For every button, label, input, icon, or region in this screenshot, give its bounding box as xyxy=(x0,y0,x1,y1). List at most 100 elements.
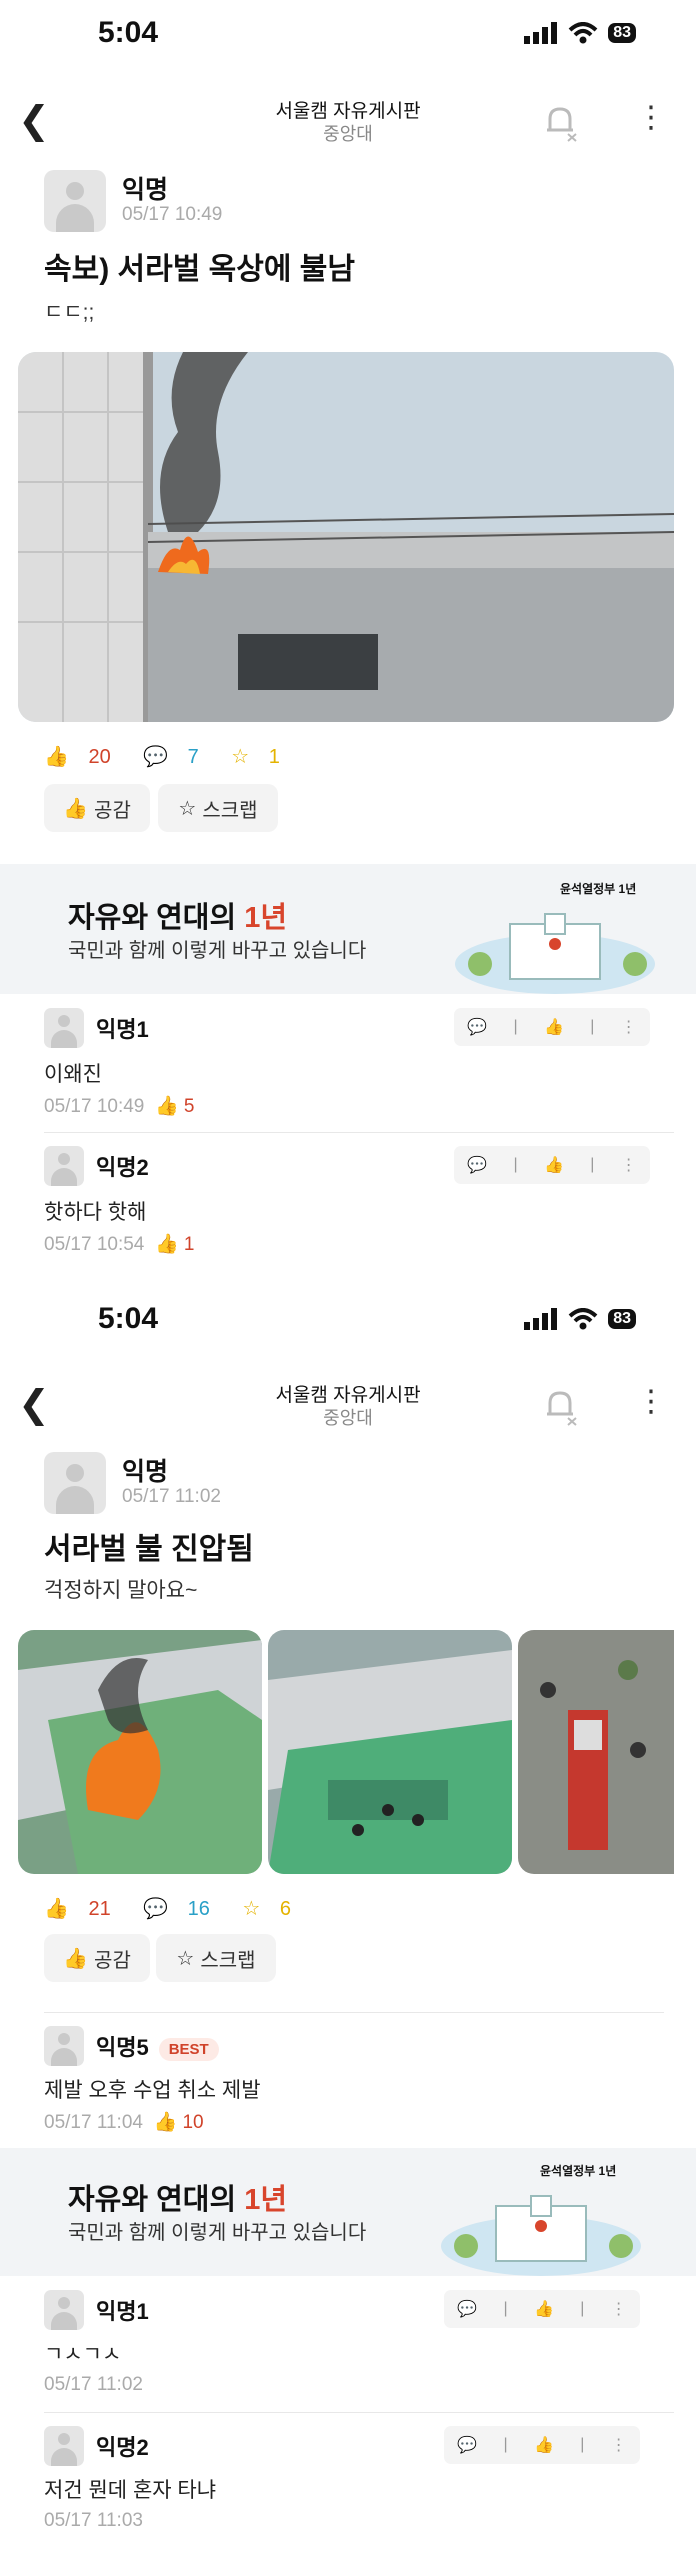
like-icon: 👍 xyxy=(154,1234,179,1255)
post-date: 05/17 10:49 xyxy=(122,204,223,225)
top-nav: ❮ 서울캠 자유게시판 중앙대 ⋮ xyxy=(0,1370,696,1440)
status-time: 5:04 xyxy=(98,16,159,49)
wifi-icon xyxy=(568,1308,598,1330)
comment-author: 익명2 xyxy=(96,2435,149,2460)
like-count: 👍 21 xyxy=(44,1898,111,1920)
post-author: 익명 xyxy=(122,176,169,204)
avatar xyxy=(44,2426,84,2466)
comment-meta: 05/17 11:02 xyxy=(44,2374,143,2395)
thumbs-up-icon: 👍 xyxy=(63,797,89,820)
post-photo[interactable] xyxy=(518,1630,674,1874)
comment-author: 익명1 xyxy=(96,2299,149,2324)
comment-actions: 💬 | 👍 | ⋮ xyxy=(454,1146,650,1184)
bell-off-icon[interactable] xyxy=(540,102,580,142)
post-photo[interactable] xyxy=(268,1630,512,1874)
comment-meta: 05/17 10:54 👍 1 xyxy=(44,1234,195,1255)
ad-illustration xyxy=(441,2195,641,2276)
status-bar: 5:04 83 xyxy=(0,0,696,70)
comment-text: 저건 뭔데 혼자 타냐 xyxy=(44,2479,217,2502)
avatar xyxy=(44,1008,84,1048)
like-icon: 👍 xyxy=(153,2112,178,2133)
more-options-icon[interactable]: ⋮ xyxy=(621,1155,637,1175)
like-button[interactable]: 👍 공감 xyxy=(44,1934,150,1982)
comment-actions: 💬 | 👍 | ⋮ xyxy=(454,1008,650,1046)
top-nav: ❮ 서울캠 자유게시판 중앙대 ⋮ xyxy=(0,86,696,156)
like-button[interactable]: 👍 공감 xyxy=(44,784,150,832)
divider xyxy=(44,2412,674,2413)
more-options-icon[interactable]: ⋮ xyxy=(611,2299,627,2319)
like-count: 👍 20 xyxy=(44,746,111,768)
post-body: 걱정하지 말아요~ xyxy=(44,1579,198,1602)
star-icon: ☆ xyxy=(178,797,197,820)
thumbs-up-icon: 👍 xyxy=(63,1947,89,1970)
comment-icon: 💬 xyxy=(143,1898,169,1920)
post-stats: 👍 21 💬 16 ☆ 6 xyxy=(44,1896,319,1921)
status-time: 5:04 xyxy=(98,1302,159,1335)
scrap-button[interactable]: ☆ 스크랩 xyxy=(156,1934,276,1982)
board-subtitle: 중앙대 xyxy=(323,1408,373,1428)
post-title: 서라벌 불 진압됨 xyxy=(44,1533,254,1566)
battery-indicator: 83 xyxy=(608,23,636,43)
reply-icon[interactable]: 💬 xyxy=(457,2435,477,2455)
more-options-icon[interactable]: ⋮ xyxy=(636,100,666,135)
comment-author: 익명5 BEST xyxy=(96,2030,219,2062)
comment-text: 이왜진 xyxy=(44,1063,102,1086)
scrap-count: ☆ 6 xyxy=(242,1898,291,1920)
thumbs-up-icon[interactable]: 👍 xyxy=(534,2435,554,2455)
post-body: ㄷㄷ;; xyxy=(44,301,95,324)
thumbs-up-icon[interactable]: 👍 xyxy=(544,1155,564,1175)
avatar xyxy=(44,2026,84,2066)
star-icon: ☆ xyxy=(176,1947,195,1970)
battery-indicator: 83 xyxy=(608,1309,636,1329)
ad-subline: 국민과 함께 이렇게 바꾸고 있습니다 xyxy=(68,2222,367,2244)
post-author: 익명 xyxy=(122,1458,169,1486)
bell-off-icon[interactable] xyxy=(540,1386,580,1426)
signal-icon xyxy=(524,22,558,44)
more-options-icon[interactable]: ⋮ xyxy=(621,1017,637,1037)
post-photo[interactable] xyxy=(18,1630,262,1874)
comment-actions: 💬 | 👍 | ⋮ xyxy=(444,2426,640,2464)
divider xyxy=(44,1132,674,1133)
reply-icon[interactable]: 💬 xyxy=(467,1155,487,1175)
like-icon: 👍 xyxy=(44,1898,69,1920)
comment-text: ㄱㅅㄱㅅ xyxy=(44,2343,122,2366)
comment-meta: 05/17 11:03 xyxy=(44,2510,143,2531)
board-title: 서울캠 자유게시판 xyxy=(275,1385,421,1406)
comment-count: 💬 7 xyxy=(143,746,199,768)
star-icon: ☆ xyxy=(231,746,250,768)
thumbs-up-icon[interactable]: 👍 xyxy=(534,2299,554,2319)
ad-subline: 국민과 함께 이렇게 바꾸고 있습니다 xyxy=(68,940,367,962)
comment-count: 💬 16 xyxy=(143,1898,210,1920)
comment-meta: 05/17 10:49 👍 5 xyxy=(44,1096,195,1117)
comment-text: 핫하다 핫해 xyxy=(44,1201,147,1224)
like-icon: 👍 xyxy=(44,746,69,768)
signal-icon xyxy=(524,1308,558,1330)
thumbs-up-icon[interactable]: 👍 xyxy=(544,1017,564,1037)
more-options-icon[interactable]: ⋮ xyxy=(611,2435,627,2455)
post-title: 속보) 서라벌 옥상에 불남 xyxy=(44,253,355,286)
comment-author: 익명1 xyxy=(96,1017,149,1042)
post-photo[interactable] xyxy=(18,352,674,722)
best-badge: BEST xyxy=(158,2037,219,2061)
comment-icon: 💬 xyxy=(143,746,169,768)
ad-headline: 자유와 연대의 1년 xyxy=(68,2184,288,2216)
divider xyxy=(44,2012,664,2013)
scrap-button[interactable]: ☆ 스크랩 xyxy=(158,784,278,832)
ad-banner[interactable]: 자유와 연대의 1년 국민과 함께 이렇게 바꾸고 있습니다 윤석열정부 1년 xyxy=(0,2148,696,2276)
wifi-icon xyxy=(568,22,598,44)
comment-author: 익명2 xyxy=(96,1155,149,1180)
post-date: 05/17 11:02 xyxy=(122,1486,221,1507)
star-icon: ☆ xyxy=(242,1898,261,1920)
scrap-count: ☆ 1 xyxy=(231,746,280,768)
comment-text: 제발 오후 수업 취소 제발 xyxy=(44,2079,261,2102)
reply-icon[interactable]: 💬 xyxy=(467,1017,487,1037)
ad-illustration xyxy=(455,913,655,994)
comment-meta: 05/17 11:04 👍 10 xyxy=(44,2112,204,2133)
avatar xyxy=(44,1452,106,1514)
avatar xyxy=(44,170,106,232)
more-options-icon[interactable]: ⋮ xyxy=(636,1384,666,1419)
ad-banner[interactable]: 자유와 연대의 1년 국민과 함께 이렇게 바꾸고 있습니다 윤석열정부 1년 xyxy=(0,864,696,994)
post-stats: 👍 20 💬 7 ☆ 1 xyxy=(44,744,308,769)
reply-icon[interactable]: 💬 xyxy=(457,2299,477,2319)
board-subtitle: 중앙대 xyxy=(323,124,373,144)
